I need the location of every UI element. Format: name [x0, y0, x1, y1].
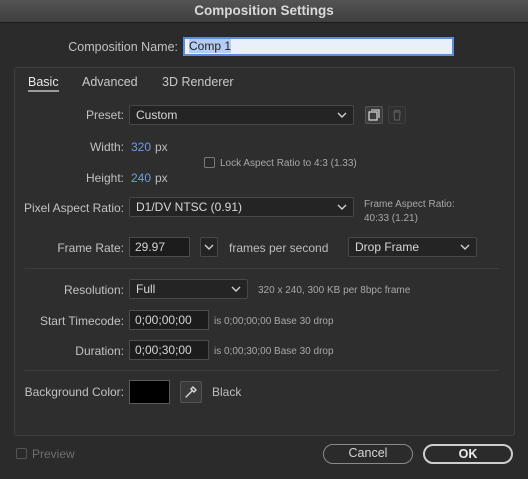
eyedropper-icon: [185, 386, 197, 398]
eyedropper-button[interactable]: [180, 381, 202, 403]
height-value[interactable]: 240: [131, 171, 151, 185]
ok-button[interactable]: OK: [423, 444, 513, 464]
chevron-down-icon: [204, 244, 214, 250]
composition-name-input[interactable]: Comp 1: [183, 37, 454, 56]
start-timecode-label: Start Timecode:: [39, 314, 124, 328]
width-label: Width:: [89, 140, 124, 154]
frame-rate-unit: frames per second: [229, 241, 329, 255]
composition-name-value: Comp 1: [189, 39, 232, 53]
start-timecode-input[interactable]: 0;00;00;00: [129, 310, 209, 330]
resolution-info: 320 x 240, 300 KB per 8bpc frame: [258, 285, 411, 296]
drop-frame-value: Drop Frame: [355, 240, 420, 254]
pixel-aspect-value: D1/DV NTSC (0.91): [136, 200, 243, 214]
pixel-aspect-label: Pixel Aspect Ratio:: [23, 201, 124, 215]
background-color-label: Background Color:: [24, 385, 124, 399]
preview-checkbox[interactable]: [16, 448, 27, 459]
height-label: Height:: [85, 171, 124, 185]
height-unit: px: [155, 171, 168, 185]
resolution-dropdown[interactable]: Full: [129, 279, 248, 299]
chevron-down-icon: [337, 204, 347, 210]
lock-aspect-checkbox[interactable]: [204, 157, 215, 168]
chevron-down-icon: [337, 112, 347, 118]
preset-dropdown[interactable]: Custom: [129, 105, 354, 125]
section-divider: [25, 370, 499, 371]
cancel-button[interactable]: Cancel: [323, 444, 413, 464]
drop-frame-dropdown[interactable]: Drop Frame: [348, 237, 477, 257]
frame-aspect-title: Frame Aspect Ratio:: [364, 199, 455, 210]
duration-info: is 0;00;30;00 Base 30 drop: [214, 346, 334, 357]
frame-aspect-value: 40:33 (1.21): [364, 213, 418, 224]
composition-name-label: Composition Name:: [68, 40, 178, 54]
new-preset-icon: [368, 109, 380, 121]
preset-label: Preset:: [85, 108, 124, 122]
tab-advanced[interactable]: Advanced: [82, 75, 138, 89]
tab-3d-renderer[interactable]: 3D Renderer: [162, 75, 234, 89]
lock-aspect-label: Lock Aspect Ratio to 4:3 (1.33): [220, 158, 357, 169]
delete-preset-button[interactable]: [388, 106, 406, 124]
frame-rate-label: Frame Rate:: [57, 241, 124, 255]
duration-input[interactable]: 0;00;30;00: [129, 340, 209, 360]
start-timecode-info: is 0;00;00;00 Base 30 drop: [214, 316, 334, 327]
width-value[interactable]: 320: [131, 140, 151, 154]
duration-label: Duration:: [75, 344, 124, 358]
pixel-aspect-dropdown[interactable]: D1/DV NTSC (0.91): [129, 197, 354, 217]
new-preset-button[interactable]: [365, 106, 383, 124]
trash-icon: [393, 109, 401, 121]
frame-rate-dropdown[interactable]: [200, 237, 218, 257]
tab-basic[interactable]: Basic: [28, 75, 59, 92]
window-title: Composition Settings: [0, 0, 528, 23]
preview-label: Preview: [32, 447, 75, 461]
frame-rate-input[interactable]: 29.97: [129, 237, 190, 257]
background-color-swatch[interactable]: [129, 380, 170, 404]
background-color-name: Black: [212, 385, 242, 399]
chevron-down-icon: [231, 286, 241, 292]
preset-value: Custom: [136, 108, 178, 122]
chevron-down-icon: [460, 244, 470, 250]
resolution-label: Resolution:: [63, 283, 124, 297]
width-unit: px: [155, 140, 168, 154]
resolution-value: Full: [136, 282, 156, 296]
section-divider: [25, 268, 499, 269]
